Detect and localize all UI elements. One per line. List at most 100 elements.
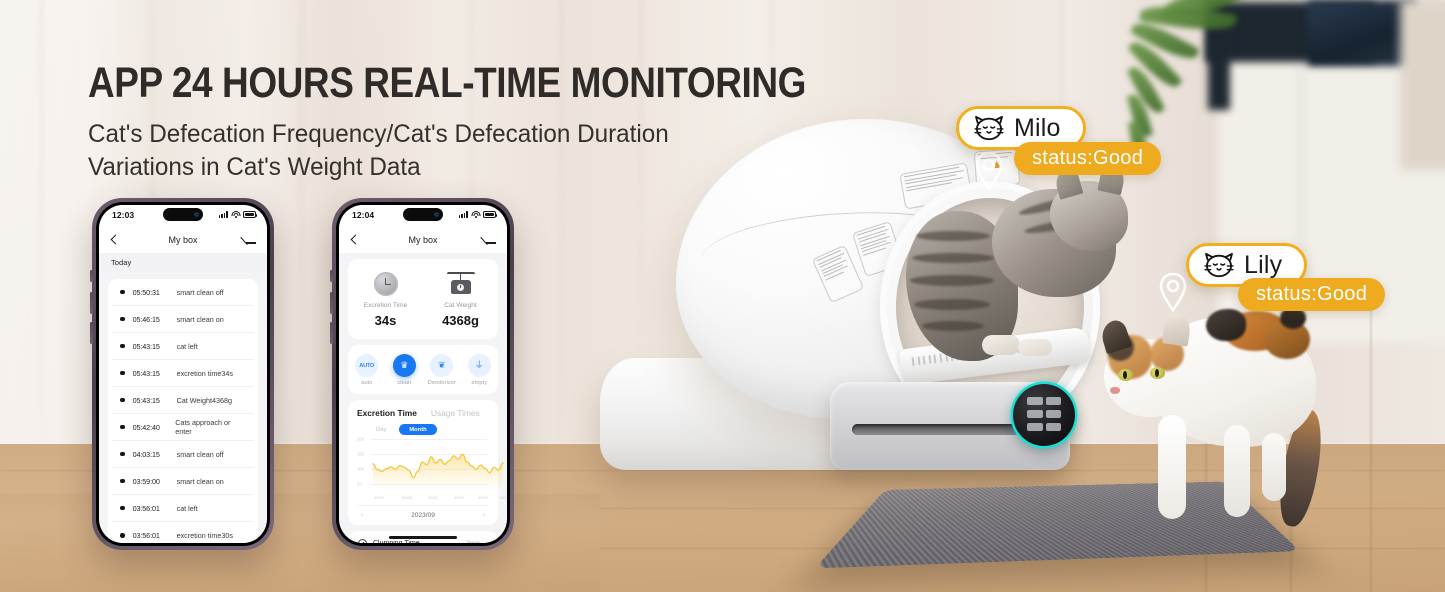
list-item[interactable]: 03:56:01 cat left bbox=[112, 495, 254, 522]
y-tick: 100 bbox=[357, 466, 364, 472]
log-list: 05:50:31 smart clean off 05:46:15 smart … bbox=[108, 279, 258, 543]
edit-button[interactable] bbox=[485, 234, 496, 245]
bullet-icon bbox=[120, 478, 125, 484]
subtitle-text-2: Variations in Cat's Weight Data bbox=[88, 153, 421, 181]
auto-glyph: AUTO bbox=[359, 362, 375, 369]
log-text: smart clean on bbox=[176, 476, 224, 486]
cat-calico-lily bbox=[1088, 283, 1388, 548]
bullet-icon bbox=[120, 316, 125, 322]
dynamic-island bbox=[163, 208, 203, 221]
tab-excretion-time[interactable]: Excretion Time bbox=[357, 408, 417, 418]
prev-month-button[interactable]: ‹ bbox=[361, 512, 363, 519]
current-period: 2023/09 bbox=[411, 512, 435, 519]
wifi-icon bbox=[231, 211, 240, 218]
log-time: 05:43:15 bbox=[132, 341, 160, 351]
cellular-signal-icon bbox=[458, 211, 468, 218]
action-buttons-card: AUTO auto ♛ clean ❦ Deodorizer ⏚ empty bbox=[348, 345, 498, 394]
setting-value: 3min bbox=[466, 540, 480, 543]
chart-line-path bbox=[372, 453, 504, 489]
subtitle-text-1: Cat's Defecation Frequency/Cat's Defecat… bbox=[88, 120, 669, 148]
log-time: 03:59:00 bbox=[132, 476, 160, 486]
bullet-icon bbox=[120, 397, 125, 403]
status-badge-milo: status:Good bbox=[1014, 142, 1162, 175]
chart-card: Excretion Time Usage Times Day Month 200… bbox=[348, 400, 507, 525]
log-time: 05:43:15 bbox=[132, 395, 160, 405]
log-text: smart clean off bbox=[176, 287, 224, 297]
x-tick: 09/16 bbox=[453, 495, 465, 500]
status-time: 12:03 bbox=[112, 210, 135, 220]
range-day[interactable]: Day bbox=[369, 425, 393, 435]
action-label: clean bbox=[397, 380, 412, 386]
cat-name-label: Milo bbox=[1014, 113, 1061, 142]
auto-icon: AUTO bbox=[355, 354, 379, 377]
list-item[interactable]: 04:03:15 smart clean off bbox=[112, 441, 254, 468]
bullet-icon bbox=[120, 343, 125, 349]
log-time: 05:42:40 bbox=[132, 422, 160, 432]
page-title: APP 24 HOURS REAL-TIME MONITORING bbox=[88, 59, 806, 107]
log-text: cat left bbox=[176, 341, 198, 351]
clean-glyph: ♛ bbox=[400, 360, 409, 370]
wifi-icon bbox=[471, 211, 480, 218]
tab-usage-times[interactable]: Usage Times bbox=[431, 408, 480, 418]
bullet-icon bbox=[120, 370, 125, 376]
action-deodorizer-button[interactable]: ❦ Deodorizer bbox=[423, 354, 461, 386]
action-auto-button[interactable]: AUTO auto bbox=[348, 354, 386, 386]
edit-button[interactable] bbox=[245, 234, 256, 245]
status-bar: 12:03 bbox=[99, 205, 267, 227]
phone-dashboard-device: 12:04 My box Excretion Time 34s Cat Weig… bbox=[330, 198, 514, 550]
action-label: empty bbox=[471, 380, 488, 386]
status-time: 12:04 bbox=[352, 210, 375, 220]
range-month[interactable]: Month bbox=[399, 424, 437, 435]
cat-name-label: Lily bbox=[1244, 250, 1283, 279]
drawer-handle[interactable] bbox=[852, 424, 1020, 435]
location-pin-icon bbox=[1158, 272, 1188, 312]
nav-bar: My box bbox=[339, 227, 507, 253]
metric-value: 4368g bbox=[442, 313, 479, 328]
back-button[interactable] bbox=[110, 234, 117, 245]
metric-excretion-time: Excretion Time 34s bbox=[348, 269, 423, 328]
control-panel-icon[interactable] bbox=[1013, 384, 1075, 446]
front-camera-icon bbox=[434, 212, 439, 217]
x-tick: 09/23 bbox=[477, 495, 489, 500]
list-item[interactable]: 05:43:15 Cat Weight4368g bbox=[112, 387, 254, 414]
status-bar: 12:04 bbox=[339, 205, 507, 227]
metric-cat-weight: Cat Weight 4368g bbox=[423, 269, 498, 328]
chevron-right-icon: › bbox=[486, 540, 488, 543]
back-button[interactable] bbox=[350, 234, 357, 245]
list-item[interactable]: 03:56:01 excretion time30s bbox=[112, 522, 254, 543]
status-badge-lily: status:Good bbox=[1238, 278, 1386, 311]
action-empty-button[interactable]: ⏚ empty bbox=[461, 354, 499, 386]
log-time: 05:43:15 bbox=[132, 368, 160, 378]
metric-label: Cat Weight bbox=[444, 302, 477, 309]
empty-glyph: ⏚ bbox=[474, 360, 484, 370]
x-tick: 09/11 bbox=[428, 495, 438, 500]
bullet-icon bbox=[120, 424, 125, 430]
action-clean-button[interactable]: ♛ clean bbox=[386, 354, 424, 386]
subtitle-line-1: Cat's Defecation Frequency/Cat's Defecat… bbox=[88, 118, 669, 184]
list-item[interactable]: 03:59:00 smart clean on bbox=[112, 468, 254, 495]
log-time: 05:50:31 bbox=[132, 287, 160, 297]
y-tick: 150 bbox=[357, 451, 364, 457]
bullet-icon bbox=[120, 505, 125, 511]
list-item[interactable]: 05:50:31 smart clean off bbox=[112, 279, 254, 306]
phone-log-screen: 12:03 My box Today 05:50:31 smart clean … bbox=[99, 205, 267, 543]
phone-dashboard-screen: 12:04 My box Excretion Time 34s Cat Weig… bbox=[339, 205, 507, 543]
log-text: Cat Weight4368g bbox=[176, 395, 233, 405]
list-item[interactable]: 05:42:40 Cats approach or enter bbox=[112, 414, 254, 441]
list-item[interactable]: 05:46:15 smart clean on bbox=[112, 306, 254, 333]
chart-tabs: Excretion Time Usage Times bbox=[357, 408, 489, 418]
nav-title: My box bbox=[168, 235, 198, 245]
deodorizer-glyph: ❦ bbox=[437, 360, 446, 370]
next-month-button[interactable]: › bbox=[483, 512, 485, 519]
x-tick: 09/06 bbox=[401, 495, 413, 500]
log-time: 03:56:01 bbox=[132, 531, 160, 540]
nav-title: My box bbox=[408, 235, 438, 245]
deodorizer-icon: ❦ bbox=[430, 354, 454, 377]
log-text: excretion time34s bbox=[176, 368, 233, 378]
dynamic-island bbox=[403, 208, 443, 221]
location-pin-icon bbox=[974, 151, 1004, 191]
list-item[interactable]: 05:43:15 excretion time34s bbox=[112, 360, 254, 387]
log-time: 03:56:01 bbox=[132, 503, 160, 513]
list-item[interactable]: 05:43:15 cat left bbox=[112, 333, 254, 360]
cat-face-icon bbox=[974, 115, 1004, 141]
